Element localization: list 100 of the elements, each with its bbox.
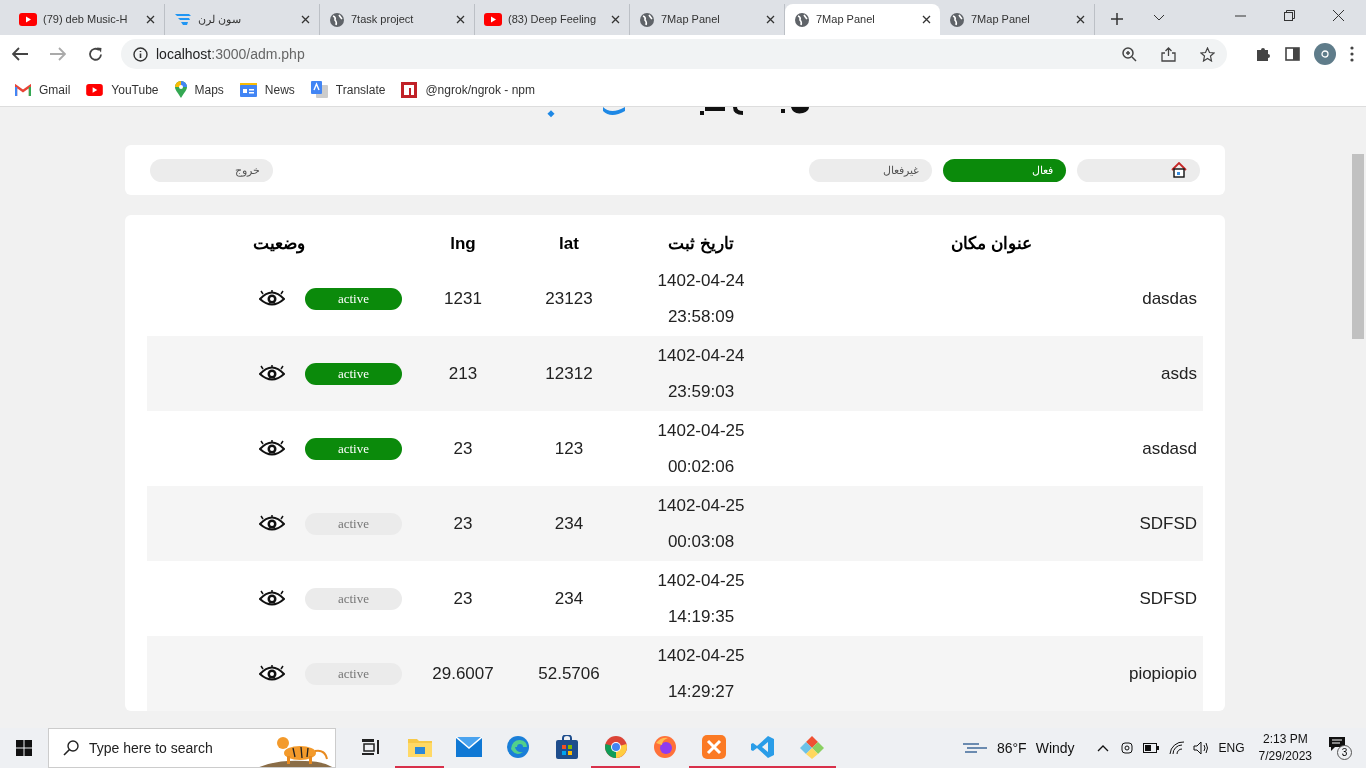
table-cell-text: SDFSD	[1138, 587, 1198, 610]
time-text: 00:03:08	[667, 530, 735, 553]
close-icon[interactable]	[146, 15, 155, 24]
language-indicator[interactable]: ENG	[1218, 739, 1245, 757]
close-icon[interactable]	[611, 15, 620, 24]
windows-logo-icon[interactable]	[16, 740, 32, 756]
weather-temperature: 86°F	[996, 738, 1027, 758]
diamond-blocks-icon[interactable]	[799, 735, 824, 759]
bookmark-link[interactable]: News	[239, 80, 295, 99]
code-editor-icon[interactable]	[750, 735, 775, 759]
more-icon[interactable]	[1350, 46, 1354, 62]
search-field[interactable]: Type here to search	[48, 728, 336, 768]
wave-circle-icon[interactable]	[505, 735, 530, 759]
map-pin-icon	[174, 81, 187, 98]
date-text: 1402-04-24	[657, 344, 745, 367]
chevron-down-icon[interactable]	[1153, 14, 1165, 21]
reload-icon[interactable]	[88, 46, 103, 62]
eye-icon[interactable]	[259, 664, 285, 683]
stripes-icon	[174, 12, 192, 27]
table-cell-text: dasdas	[1141, 287, 1198, 310]
folder-icon[interactable]	[407, 737, 432, 757]
time-text: 14:19:35	[667, 605, 735, 628]
status-badge: active	[305, 362, 402, 385]
status-badge: active	[305, 437, 402, 460]
close-icon[interactable]	[922, 15, 931, 24]
star-icon[interactable]	[1200, 46, 1215, 62]
notification-count: 3	[1337, 745, 1352, 760]
table-cell-text: 123	[553, 437, 585, 460]
weather-condition: Windy	[1035, 738, 1075, 758]
table-cell-text: piopiopio	[1127, 662, 1198, 685]
address-bar[interactable]: localhost:3000/adm.php	[121, 39, 1227, 69]
puzzle-icon[interactable]	[1255, 46, 1271, 62]
video-play-icon	[86, 83, 104, 96]
chevron-up-icon[interactable]	[1096, 744, 1109, 752]
date-text: 1402-04-24	[657, 269, 745, 292]
column-header: lng	[449, 233, 477, 256]
bookmark-link[interactable]: Translate	[310, 80, 386, 99]
eye-icon[interactable]	[259, 289, 285, 308]
table-cell-text: 12312	[544, 362, 594, 385]
table-cell-text: 23	[452, 587, 474, 610]
browser-tab[interactable]: 7Map Panel	[785, 4, 940, 35]
house-icon	[1171, 162, 1187, 178]
close-icon[interactable]	[766, 15, 775, 24]
envelope-icon[interactable]	[455, 737, 482, 757]
tab-title: 7Map Panel	[971, 12, 1031, 28]
tab-title: 7Map Panel	[661, 12, 721, 28]
share-icon[interactable]	[1161, 46, 1176, 62]
restore-icon[interactable]	[1284, 10, 1295, 21]
close-icon[interactable]	[1333, 10, 1344, 21]
bookmark-link[interactable]: Maps	[174, 80, 224, 99]
nav-tab[interactable]: فعال	[943, 158, 1066, 182]
shopping-bag-icon[interactable]	[555, 735, 578, 759]
tab-title: سون لرن	[198, 12, 243, 28]
search-icon	[63, 740, 79, 756]
close-icon[interactable]	[301, 15, 310, 24]
speaker-icon[interactable]	[1192, 741, 1209, 755]
profile-avatar[interactable]	[1314, 43, 1336, 65]
globe-icon	[639, 11, 655, 28]
logout-button[interactable]: خروج	[150, 158, 273, 182]
tab-title: (79) deb Music-H	[43, 12, 129, 28]
table-cell-text: 52.5706	[537, 662, 601, 685]
fox-globe-icon[interactable]	[652, 735, 677, 759]
chrome-icon[interactable]	[603, 735, 628, 759]
nav-tab[interactable]: غیرفعال	[809, 158, 932, 182]
bookmark-link[interactable]: Gmail	[15, 80, 71, 99]
column-header: عنوان مکان	[950, 233, 1033, 256]
eye-icon[interactable]	[259, 439, 285, 458]
eye-icon[interactable]	[259, 589, 285, 608]
tab-title: 7task project	[351, 12, 415, 28]
table-cell-text: 234	[553, 587, 585, 610]
date-text: 1402-04-25	[657, 419, 745, 442]
globe-icon	[329, 11, 345, 28]
table-cell-text: 213	[447, 362, 479, 385]
clock[interactable]: 2:13 PM 7/29/2023	[1258, 731, 1312, 765]
xampp-icon[interactable]	[701, 735, 726, 759]
eye-icon[interactable]	[259, 514, 285, 533]
time-text: 00:02:06	[667, 455, 735, 478]
date-text: 1402-04-25	[657, 644, 745, 667]
task-view-icon[interactable]	[360, 738, 381, 756]
status-badge: active	[305, 512, 402, 535]
close-icon[interactable]	[456, 15, 465, 24]
date-text: 1402-04-25	[657, 569, 745, 592]
bookmark-link[interactable]: YouTube	[86, 80, 159, 99]
home-button[interactable]	[1077, 158, 1200, 182]
zoom-icon[interactable]	[1122, 46, 1137, 62]
news-icon	[239, 82, 257, 97]
time-text: 23:59:03	[667, 380, 735, 403]
camera-icon[interactable]	[1120, 740, 1133, 756]
back-arrow-icon[interactable]	[12, 47, 28, 61]
table-cell-text: asds	[1160, 362, 1198, 385]
plus-icon[interactable]	[1111, 13, 1123, 25]
translate-icon	[310, 81, 328, 98]
close-icon[interactable]	[1076, 15, 1085, 24]
battery-icon[interactable]	[1142, 743, 1159, 753]
eye-icon[interactable]	[259, 364, 285, 383]
side-panel-icon[interactable]	[1285, 47, 1300, 61]
wifi-icon[interactable]	[1168, 741, 1185, 755]
bookmark-link[interactable]: @ngrok/ngrok - npm	[401, 80, 535, 99]
info-icon	[133, 46, 148, 62]
wind-icon	[962, 741, 989, 755]
